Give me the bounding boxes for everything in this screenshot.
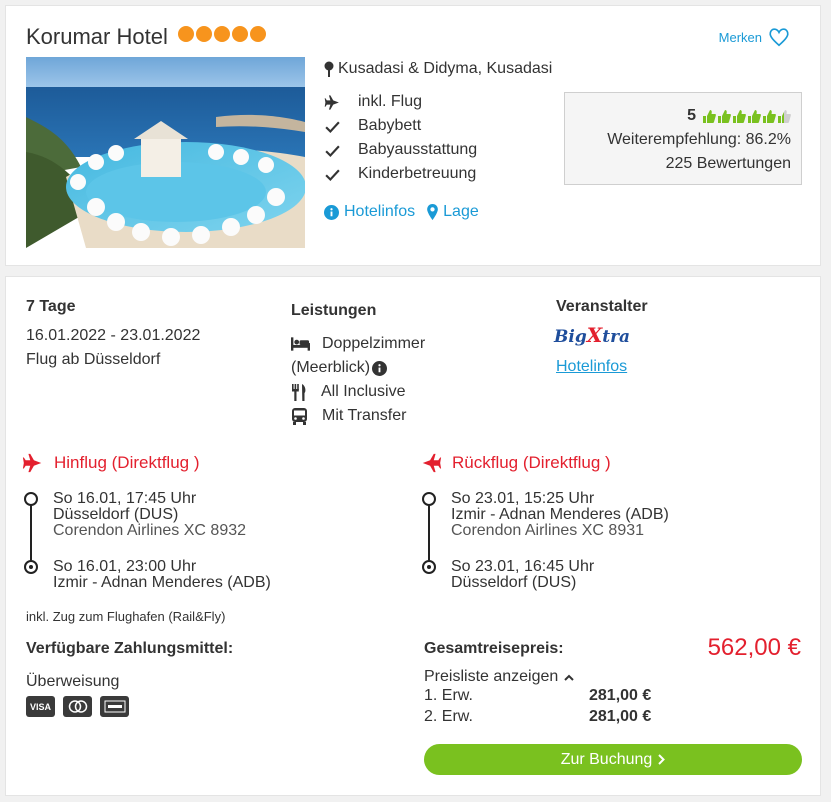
book-button[interactable]: Zur Buchung [424,744,802,775]
rating-score-row: 5 [687,104,791,128]
book-button-label: Zur Buchung [560,750,653,768]
hotel-photo-image [26,57,305,248]
total-price: 562,00 € [707,634,801,661]
mastercard-icon [63,696,92,717]
payment-title: Verfügbare Zahlungsmittel: [26,640,234,657]
info-icon [324,204,339,220]
room-view: (Meerblick) [291,359,388,377]
star-icon [195,26,212,42]
merken-button[interactable]: Merken [719,26,790,48]
plane-icon [422,453,442,473]
return-title: Rückflug (Direktflug ) [452,453,611,472]
location: Kusadasi & Didyma, Kusadasi [324,60,552,78]
location-text: Kusadasi & Didyma, Kusadasi [338,60,553,77]
outbound-departure: So 16.01, 17:45 Uhr Düsseldorf (DUS) Cor… [53,490,247,539]
board-type: All Inclusive [291,383,405,401]
plane-icon [324,94,339,110]
merken-label: Merken [718,29,762,45]
rating-box[interactable]: 5 Weiterempfehlung: 86.2% 225 Bewertunge… [564,92,802,185]
price-row-value: 281,00 € [589,687,652,704]
cutlery-icon [292,383,306,401]
price-row-label: 2. Erw. [424,708,473,725]
thumbs-up-icon [763,109,776,123]
hotel-links: Hotelinfos Lage [324,203,479,221]
travel-dates: 16.01.2022 - 23.01.2022 [26,327,201,344]
return-timeline [428,499,430,567]
lage-link[interactable]: Lage [427,203,479,221]
outbound-title: Hinflug (Direktflug ) [54,453,200,472]
departure-airport: Flug ab Düsseldorf [26,351,161,368]
check-icon [325,169,340,181]
feature-babyausstattung: Babyausstattung [324,141,477,159]
feature-label: Babybett [358,117,422,134]
transfer: Mit Transfer [291,407,406,425]
review-count: 225 Bewertungen [665,155,791,172]
check-icon [325,145,340,157]
rail-fly-note: inkl. Zug zum Flughafen (Rail&Fly) [26,609,226,624]
hotel-photo[interactable] [26,57,305,248]
operator-logo: BigXtra [554,323,631,347]
payment-cards: VISA [26,696,137,717]
arrival-marker [24,560,38,574]
feature-babybett: Babybett [324,117,421,135]
feature-flight: inkl. Flug [324,93,422,111]
price-row-label: 1. Erw. [424,687,473,704]
star-icon [213,26,230,42]
recommendation-rate: Weiterempfehlung: 86.2% [607,131,791,148]
star-rating [177,26,266,42]
room-type: Doppelzimmer [291,335,425,353]
arrival-marker [422,560,436,574]
rating-score: 5 [687,107,696,124]
star-icon [249,26,266,42]
feature-label: Babyausstattung [358,141,478,158]
check-icon [325,121,340,133]
plane-icon [22,453,42,473]
feature-kinderbetreuung: Kinderbetreuung [324,165,476,183]
outbound-arrival: So 16.01, 23:00 Uhr Izmir - Adnan Mender… [53,558,271,591]
thumbs-rating [702,109,791,124]
operator-hotelinfos-link[interactable]: Hotelinfos [556,358,627,376]
heart-icon [769,28,789,47]
duration: 7 Tage [26,298,76,315]
feature-label: Kinderbetreuung [358,165,477,182]
map-marker-icon [427,204,438,220]
departure-marker [422,492,436,506]
thumbs-up-icon [748,109,761,123]
chevron-up-icon [564,674,575,681]
chevron-right-icon [658,754,666,765]
return-header: Rückflug (Direktflug ) [420,452,611,474]
map-pin-icon [324,61,334,77]
hotel-card: Korumar Hotel Merken Kusadasi & Didyma, … [5,5,821,266]
info-icon[interactable] [372,360,388,376]
total-price-label: Gesamtreisepreis: [424,640,564,657]
services-title: Leistungen [291,302,377,319]
bus-icon [292,407,307,425]
operator-title: Veranstalter [556,298,648,315]
hotelinfos-link[interactable]: Hotelinfos [324,203,415,221]
price-list-toggle[interactable]: Preisliste anzeigen [424,668,575,686]
star-icon [231,26,248,42]
amex-card-icon [100,696,129,717]
hotel-name[interactable]: Korumar Hotel [26,24,168,49]
bed-icon [291,337,310,351]
departure-marker [24,492,38,506]
thumbs-up-icon [733,109,746,123]
feature-label: inkl. Flug [358,93,423,110]
thumbs-up-icon [703,109,716,123]
payment-method: Überweisung [26,673,120,690]
visa-card-icon: VISA [26,696,55,717]
star-icon [177,26,194,42]
offer-card: 7 Tage 16.01.2022 - 23.01.2022 Flug ab D… [5,276,821,796]
thumbs-up-half-icon [778,109,791,123]
return-departure: So 23.01, 15:25 Uhr Izmir - Adnan Mender… [451,490,669,539]
hotel-title[interactable]: Korumar Hotel [26,24,266,50]
thumbs-up-icon [718,109,731,123]
price-row-value: 281,00 € [589,708,652,725]
return-arrival: So 23.01, 16:45 Uhr Düsseldorf (DUS) [451,558,595,591]
outbound-timeline [30,499,32,567]
outbound-header: Hinflug (Direktflug ) [22,452,200,474]
